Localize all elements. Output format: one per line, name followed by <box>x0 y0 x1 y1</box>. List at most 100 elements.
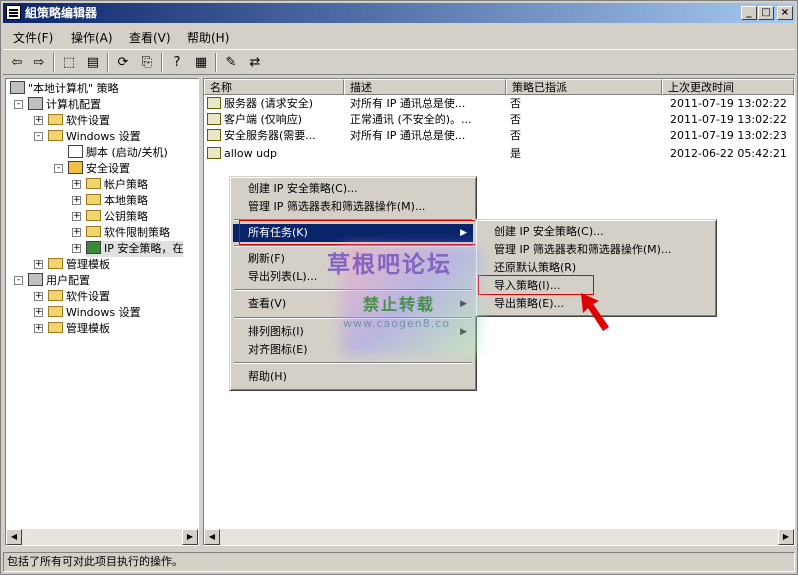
folder-icon <box>48 322 63 333</box>
toolbar-separator <box>53 53 55 72</box>
menu-item-refresh[interactable]: 刷新(F) <box>233 250 473 268</box>
tree-node-computer-config[interactable]: 计算机配置 <box>28 97 101 113</box>
menu-bar: 文件(F) 操作(A) 查看(V) 帮助(H) <box>3 26 795 46</box>
tree-node-public-key[interactable]: 公钥策略 <box>86 209 148 225</box>
menu-separator <box>234 317 472 319</box>
menu-item-create-ip-policy[interactable]: 创建 IP 安全策略(C)... <box>233 180 473 198</box>
collapse-icon[interactable]: - <box>14 276 23 285</box>
ip-policy-icon <box>207 97 221 109</box>
tree-node-user-admin-templates[interactable]: 管理模板 <box>48 321 110 337</box>
column-header-modified[interactable]: 上次更改时间 <box>662 79 794 95</box>
expand-icon[interactable]: + <box>34 260 43 269</box>
scroll-right-icon[interactable]: ▶ <box>182 529 198 545</box>
tree-node-ip-security[interactable]: IP 安全策略，在 <box>86 241 184 257</box>
collapse-icon[interactable]: - <box>54 164 63 173</box>
folder-icon <box>48 290 63 301</box>
submenu-arrow-icon: ▶ <box>460 299 467 309</box>
folder-icon <box>86 210 101 221</box>
expand-icon[interactable]: + <box>34 308 43 317</box>
submenu-item-manage-filters[interactable]: 管理 IP 筛选器表和筛选器操作(M)... <box>479 241 713 259</box>
forward-icon[interactable]: ⇨ <box>29 53 49 72</box>
folder-icon <box>86 226 101 237</box>
export-list-icon[interactable]: ⎘ <box>137 53 157 72</box>
scroll-left-icon[interactable]: ◀ <box>6 529 22 545</box>
tree-node-software-restriction[interactable]: 软件限制策略 <box>86 225 170 241</box>
menu-item-manage-filters[interactable]: 管理 IP 筛选器表和筛选器操作(M)... <box>233 198 473 216</box>
assign-icon[interactable]: ⇄ <box>245 53 265 72</box>
folder-icon <box>86 194 101 205</box>
tree-node-user-software-settings[interactable]: 软件设置 <box>48 289 110 305</box>
tree-node-local-policy[interactable]: "本地计算机" 策略 <box>10 81 119 97</box>
expand-icon[interactable]: + <box>34 324 43 333</box>
expand-icon[interactable]: + <box>72 244 81 253</box>
tree-node-user-config[interactable]: 用户配置 <box>28 273 90 289</box>
menu-action[interactable]: 操作(A) <box>71 29 113 46</box>
menu-view[interactable]: 查看(V) <box>129 29 171 46</box>
highlight-box-all-tasks <box>239 220 479 245</box>
minimize-button[interactable]: _ <box>741 6 757 20</box>
show-tree-icon[interactable]: ▤ <box>83 53 103 72</box>
expand-icon[interactable]: + <box>72 212 81 221</box>
title-bar[interactable]: 組策略编辑器 _ □ × <box>3 3 795 23</box>
policy-icon[interactable]: ✎ <box>221 53 241 72</box>
scroll-right-icon[interactable]: ▶ <box>778 529 794 545</box>
tree-node-account-policy[interactable]: 帐户策略 <box>86 177 148 193</box>
script-icon <box>68 145 83 158</box>
folder-icon <box>48 306 63 317</box>
group-policy-editor-window: 組策略编辑器 _ □ × 文件(F) 操作(A) 查看(V) 帮助(H) ⇦ ⇨… <box>0 0 798 575</box>
toolbar-separator <box>215 53 217 72</box>
ip-policy-icon <box>207 129 221 141</box>
expand-icon[interactable]: + <box>72 228 81 237</box>
column-header-name[interactable]: 名称 <box>204 79 344 95</box>
maximize-button[interactable]: □ <box>758 6 774 20</box>
tree-node-local-policies[interactable]: 本地策略 <box>86 193 148 209</box>
menu-file[interactable]: 文件(F) <box>13 29 53 46</box>
help-icon[interactable]: ? <box>167 53 187 72</box>
column-header-description[interactable]: 描述 <box>344 79 506 95</box>
submenu-item-create-ip-policy[interactable]: 创建 IP 安全策略(C)... <box>479 223 713 241</box>
column-header-assigned[interactable]: 策略已指派 <box>506 79 662 95</box>
tree-node-scripts[interactable]: 脚本 (启动/关机) <box>68 145 168 161</box>
menu-item-view[interactable]: 查看(V) ▶ <box>233 295 473 313</box>
tree-node-security-settings[interactable]: 安全设置 <box>68 161 130 177</box>
expand-icon[interactable]: + <box>72 180 81 189</box>
menu-item-export-list[interactable]: 导出列表(L)... <box>233 268 473 286</box>
toolbar-separator <box>107 53 109 72</box>
back-icon[interactable]: ⇦ <box>7 53 27 72</box>
close-button[interactable]: × <box>777 6 793 20</box>
collapse-icon[interactable]: - <box>14 100 23 109</box>
expand-icon[interactable]: + <box>72 196 81 205</box>
refresh-icon[interactable]: ⟳ <box>113 53 133 72</box>
pointer-arrow-icon <box>581 293 609 331</box>
tree-node-admin-templates[interactable]: 管理模板 <box>48 257 110 273</box>
menu-separator <box>234 245 472 247</box>
tree-pane[interactable]: "本地计算机" 策略 - 计算机配置 + 软件设置 - Windows 设置 脚… <box>5 78 199 546</box>
folder-icon <box>86 178 101 189</box>
folder-icon <box>48 258 63 269</box>
tree-node-user-windows-settings[interactable]: Windows 设置 <box>48 305 141 321</box>
policy-icon <box>10 81 25 94</box>
ipsec-icon <box>86 241 101 254</box>
ip-policy-icon <box>207 147 221 159</box>
up-folder-icon[interactable]: ⬚ <box>59 53 79 72</box>
expand-icon[interactable]: + <box>34 116 43 125</box>
tree-horizontal-scrollbar[interactable]: ◀ ▶ <box>6 529 198 545</box>
list-horizontal-scrollbar[interactable]: ◀ ▶ <box>204 529 794 545</box>
scroll-left-icon[interactable]: ◀ <box>204 529 220 545</box>
tree-node-windows-settings[interactable]: Windows 设置 <box>48 129 141 145</box>
computer-icon <box>28 97 43 110</box>
menu-separator <box>234 289 472 291</box>
menu-item-help[interactable]: 帮助(H) <box>233 368 473 386</box>
folder-icon <box>48 114 63 125</box>
status-bar: 包括了所有可对此项目执行的操作。 <box>3 552 795 572</box>
view-icon[interactable]: ▦ <box>191 53 211 72</box>
collapse-icon[interactable]: - <box>34 132 43 141</box>
menu-item-arrange-icons[interactable]: 排列图标(I) ▶ <box>233 323 473 341</box>
toolbar: ⇦ ⇨ ⬚ ▤ ⟳ ⎘ ? ▦ ✎ ⇄ <box>3 49 795 75</box>
menu-item-align-icons[interactable]: 对齐图标(E) <box>233 341 473 359</box>
tree-node-software-settings[interactable]: 软件设置 <box>48 113 110 129</box>
window-title: 組策略编辑器 <box>25 6 98 20</box>
expand-icon[interactable]: + <box>34 292 43 301</box>
menu-help[interactable]: 帮助(H) <box>187 29 229 46</box>
user-icon <box>28 273 43 286</box>
